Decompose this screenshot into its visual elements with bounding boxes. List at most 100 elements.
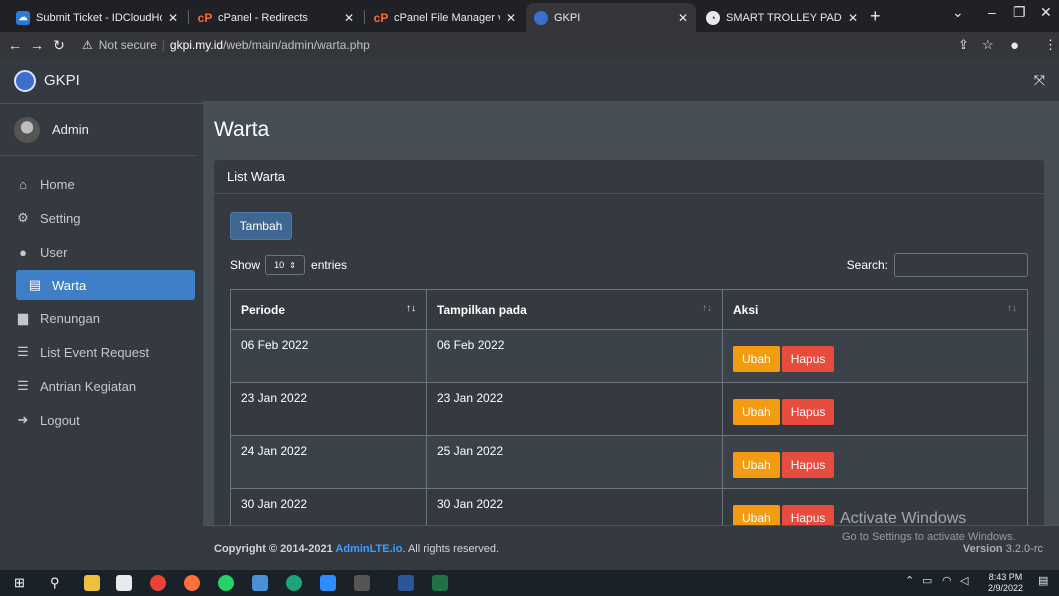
book-icon: ▆	[18, 310, 28, 325]
edit-button[interactable]: Ubah	[733, 346, 780, 372]
close-icon[interactable]: ✕	[506, 11, 516, 25]
battery-icon[interactable]: ▭	[922, 574, 932, 587]
app-icon[interactable]	[286, 575, 302, 591]
sidebar-item-label: Renungan	[40, 310, 100, 326]
edit-button[interactable]: Ubah	[733, 399, 780, 425]
chevron-down-icon[interactable]: ⌄	[952, 4, 964, 21]
web-icon: ◔	[706, 10, 720, 25]
cell-actions: Ubah Hapus	[722, 382, 1028, 436]
sidebar-item-antrian-kegiatan[interactable]: ☰ Antrian Kegiatan	[14, 370, 195, 402]
column-header-periode[interactable]: Periode ↑↓	[230, 289, 427, 330]
terminal-icon[interactable]	[354, 575, 370, 591]
firefox-icon[interactable]	[184, 575, 200, 591]
chrome-active-icon[interactable]	[252, 575, 268, 591]
avatar	[14, 116, 40, 143]
forward-icon[interactable]: →	[26, 37, 48, 53]
close-icon[interactable]: ✕	[344, 11, 354, 25]
chevron-up-icon[interactable]: ⌃	[905, 574, 914, 587]
sidebar-item-setting[interactable]: ⚙ Setting	[14, 202, 195, 234]
sidebar: GKPI Admin ⌂ Home ⚙ Setting ● User ▤ War…	[0, 58, 203, 570]
browser-tab[interactable]: cP cPanel File Manager v3 ✕	[366, 3, 524, 32]
close-window-icon[interactable]: ✕	[1040, 4, 1052, 21]
taskbar-clock[interactable]: 8:43 PM 2/9/2022	[988, 572, 1023, 594]
excel-icon[interactable]	[432, 575, 448, 591]
close-icon[interactable]: ✕	[168, 11, 178, 25]
reload-icon[interactable]: ↻	[48, 37, 70, 54]
notification-icon[interactable]: ▤	[1038, 574, 1048, 587]
brand-text: GKPI	[44, 72, 80, 89]
file-explorer-icon[interactable]	[84, 575, 100, 591]
copyright-text: Copyright © 2014-2021 AdminLTE.io. All r…	[214, 543, 499, 555]
chevron-updown-icon: ⇕	[289, 260, 296, 270]
security-label: Not secure	[98, 38, 157, 52]
add-button[interactable]: Tambah	[230, 212, 292, 240]
column-header-tampilkan[interactable]: Tampilkan pada ↑↓	[426, 289, 723, 330]
brand-link[interactable]: GKPI	[0, 58, 203, 104]
address-bar-row: ← → ↻ ⚠ Not secure | gkpi.my.id /web/mai…	[0, 32, 1059, 58]
minimize-icon[interactable]: –	[988, 4, 996, 20]
cpanel-icon: cP	[373, 10, 389, 25]
sidebar-item-renungan[interactable]: ▆ Renungan	[14, 302, 195, 334]
sidebar-menu: ⌂ Home ⚙ Setting ● User ▤ Warta ▆ Renung…	[0, 168, 203, 436]
browser-tab[interactable]: ◔ SMART TROLLEY PADA FITRI ✕	[698, 3, 866, 32]
content-wrapper: Warta List Warta Tambah Show 10 ⇕ entrie…	[203, 102, 1059, 570]
sidebar-item-list-event-request[interactable]: ☰ List Event Request	[14, 336, 195, 368]
delete-button[interactable]: Hapus	[781, 346, 835, 372]
wifi-icon[interactable]: ◠	[942, 574, 952, 587]
delete-button[interactable]: Hapus	[781, 452, 835, 478]
new-tab-icon[interactable]: +	[870, 6, 881, 27]
windows-start-icon[interactable]: ⊞	[14, 575, 30, 591]
zoom-icon[interactable]	[320, 575, 336, 591]
sidebar-item-logout[interactable]: ➜ Logout	[14, 404, 195, 436]
table-header-row: Periode ↑↓ Tampilkan pada ↑↓ Aksi ↑↓	[230, 289, 1028, 330]
sidebar-item-label: Warta	[52, 277, 87, 293]
star-icon[interactable]: ☆	[982, 37, 994, 53]
sidebar-item-user[interactable]: ● User	[14, 236, 195, 268]
sidebar-item-warta[interactable]: ▤ Warta	[16, 270, 195, 300]
table-row: 23 Jan 2022 23 Jan 2022 Ubah Hapus	[230, 382, 1028, 436]
back-icon[interactable]: ←	[4, 37, 26, 53]
search-icon[interactable]: ⚲	[50, 575, 66, 591]
adminlte-link[interactable]: AdminLTE.io	[335, 543, 402, 555]
cell-tampilkan: 23 Jan 2022	[426, 382, 723, 436]
fullscreen-icon[interactable]: ⤧	[1034, 72, 1045, 89]
whatsapp-icon[interactable]	[218, 575, 234, 591]
share-icon[interactable]: ⇪	[958, 37, 969, 53]
restore-icon[interactable]: ❐	[1013, 4, 1026, 21]
close-icon[interactable]: ✕	[678, 11, 688, 25]
separator: |	[161, 38, 165, 52]
sort-asc-icon: ↑↓	[406, 303, 416, 314]
gkpi-icon	[534, 10, 548, 25]
column-label: Periode	[241, 302, 286, 317]
store-icon[interactable]	[116, 575, 132, 591]
cell-periode: 06 Feb 2022	[230, 329, 427, 383]
profile-icon[interactable]: ●	[1010, 37, 1019, 54]
sidebar-item-label: Antrian Kegiatan	[40, 378, 137, 394]
page-length-control: Show 10 ⇕ entries	[230, 255, 347, 275]
browser-tab-active[interactable]: GKPI ✕	[526, 3, 696, 32]
newspaper-icon: ▤	[28, 277, 42, 292]
volume-icon[interactable]: ◁	[960, 574, 968, 587]
menu-icon[interactable]: ⋮	[1044, 37, 1057, 53]
page-length-select[interactable]: 10 ⇕	[265, 255, 306, 275]
chrome-icon[interactable]	[150, 575, 166, 591]
browser-tab[interactable]: ☁ Submit Ticket - IDCloudHost ✕	[8, 3, 186, 32]
show-label: Show	[230, 258, 261, 272]
sidebar-item-label: Home	[40, 176, 75, 192]
word-icon[interactable]	[398, 575, 414, 591]
column-header-aksi[interactable]: Aksi ↑↓	[722, 289, 1028, 330]
sidebar-item-label: List Event Request	[40, 344, 150, 360]
user-panel[interactable]: Admin	[0, 104, 197, 156]
cogs-icon: ⚙	[17, 210, 29, 225]
cell-actions: Ubah Hapus	[722, 329, 1028, 383]
edit-button[interactable]: Ubah	[733, 452, 780, 478]
omnibox[interactable]: ⚠ Not secure | gkpi.my.id /web/main/admi…	[82, 35, 1002, 55]
entries-label: entries	[311, 258, 348, 272]
search-input[interactable]	[894, 253, 1028, 277]
browser-tab[interactable]: cP cPanel - Redirects ✕	[190, 3, 362, 32]
delete-button[interactable]: Hapus	[781, 399, 835, 425]
sidebar-item-home[interactable]: ⌂ Home	[14, 168, 195, 200]
close-icon[interactable]: ✕	[848, 11, 858, 25]
sign-out-icon: ➜	[17, 412, 29, 427]
cell-tampilkan: 06 Feb 2022	[426, 329, 723, 383]
